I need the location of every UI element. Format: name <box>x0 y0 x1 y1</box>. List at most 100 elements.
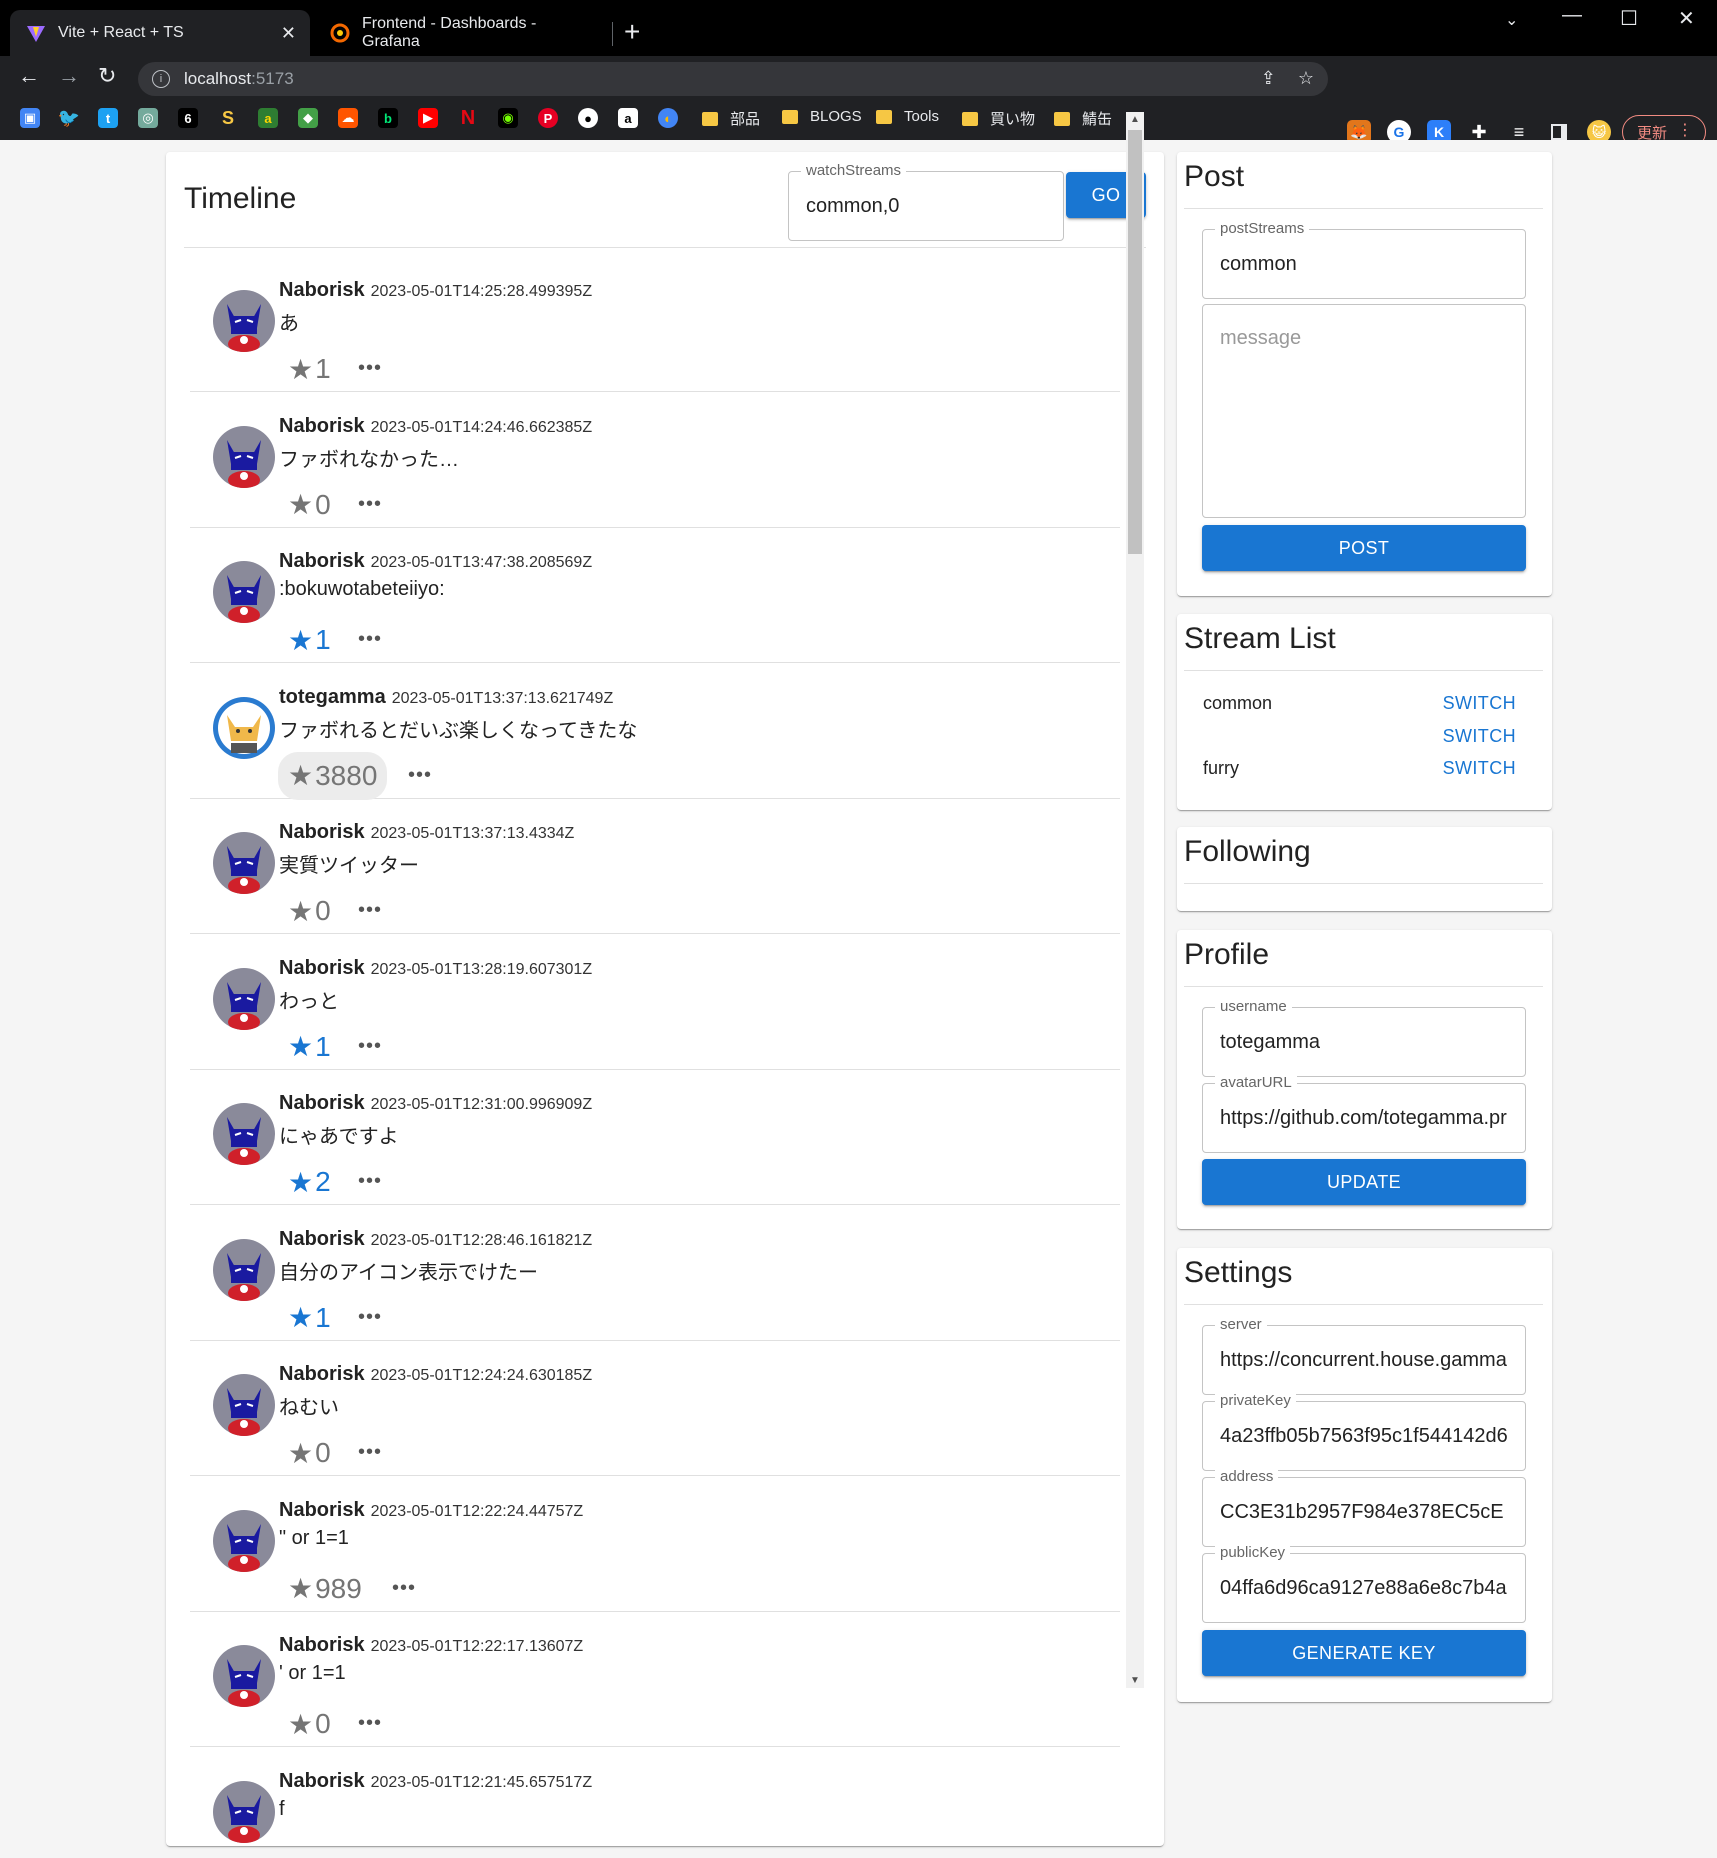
message-textarea[interactable]: message <box>1202 304 1526 518</box>
bookmark-s-icon[interactable]: S <box>218 108 238 128</box>
post-username[interactable]: Naborisk <box>279 821 365 843</box>
favorite-button[interactable]: ★ 3880 <box>278 751 388 800</box>
avatar[interactable] <box>213 1780 275 1843</box>
username-field[interactable]: username totegamma <box>1202 998 1526 1077</box>
bookmark-google-icon[interactable]: ◐ <box>658 108 678 128</box>
favorite-button[interactable]: ★ 0 <box>288 891 331 931</box>
more-options-icon[interactable]: ••• <box>408 764 432 787</box>
avatar[interactable] <box>213 561 275 623</box>
bookmark-netflix-icon[interactable]: N <box>458 107 478 129</box>
address-bar[interactable]: i localhost:5173 ⇪ ☆ <box>138 62 1328 96</box>
more-options-icon[interactable]: ••• <box>358 899 382 922</box>
post-username[interactable]: Naborisk <box>279 1363 365 1385</box>
switch-button[interactable]: SWITCH <box>1443 726 1516 747</box>
more-options-icon[interactable]: ••• <box>358 1306 382 1329</box>
post-username[interactable]: Naborisk <box>279 1228 365 1250</box>
more-options-icon[interactable]: ••• <box>358 1170 382 1193</box>
avatar[interactable] <box>213 1509 275 1572</box>
share-icon[interactable]: ⇪ <box>1261 68 1276 89</box>
scrollbar-thumb[interactable] <box>1128 130 1142 554</box>
bookmark-twitter-icon[interactable]: 🐦 <box>58 108 80 128</box>
post-username[interactable]: totegamma <box>279 686 386 708</box>
post-username[interactable]: Naborisk <box>279 1770 365 1792</box>
more-options-icon[interactable]: ••• <box>358 357 382 380</box>
maximize-icon[interactable]: ☐ <box>1620 6 1638 31</box>
more-options-icon[interactable]: ••• <box>358 1712 382 1735</box>
bookmark-folder-blogs[interactable]: BLOGS <box>782 108 862 125</box>
bookmark-github-icon[interactable]: ● <box>578 108 598 128</box>
update-button[interactable]: UPDATE <box>1202 1159 1526 1205</box>
post-streams-field[interactable]: postStreams common <box>1202 220 1526 299</box>
favorite-button[interactable]: ★ 1 <box>288 1298 331 1338</box>
back-icon[interactable]: ← <box>18 64 40 88</box>
bookmark-soundcloud-icon[interactable]: ☁ <box>338 108 358 128</box>
bookmark-box-icon[interactable]: ▣ <box>20 108 40 128</box>
favorite-button[interactable]: ★ 0 <box>288 485 331 525</box>
tab-search-icon[interactable]: ⌄ <box>1505 10 1518 30</box>
avatar[interactable] <box>213 1103 275 1165</box>
more-options-icon[interactable]: ••• <box>392 1577 416 1600</box>
favorite-button[interactable]: ★ 989 <box>288 1569 362 1609</box>
address-field[interactable]: address CC3E31b2957F984e378EC5cE <box>1202 1468 1526 1547</box>
bookmark-amazon-icon[interactable]: a <box>618 108 638 128</box>
generate-key-button[interactable]: GENERATE KEY <box>1202 1630 1526 1676</box>
minimize-icon[interactable]: — <box>1562 4 1582 27</box>
bookmark-abema-icon[interactable]: ◉ <box>498 108 518 128</box>
avatar[interactable] <box>213 1238 275 1301</box>
favorite-button[interactable]: ★ 2 <box>288 1162 331 1202</box>
tab-vite[interactable]: Vite + React + TS ✕ <box>10 10 310 56</box>
close-window-icon[interactable]: ✕ <box>1678 6 1695 31</box>
bookmark-youtube-icon[interactable]: ▶ <box>418 108 438 128</box>
bookmark-folder-parts[interactable]: 部品 <box>702 108 760 129</box>
bookmark-6-icon[interactable]: 6 <box>178 108 198 128</box>
avatar[interactable] <box>213 1645 275 1707</box>
post-username[interactable]: Naborisk <box>279 279 365 301</box>
avatar[interactable] <box>213 1374 275 1436</box>
forward-icon[interactable]: → <box>58 64 80 88</box>
avatar[interactable] <box>213 967 275 1030</box>
more-options-icon[interactable]: ••• <box>358 1441 382 1464</box>
tab-grafana[interactable]: Frontend - Dashboards - Grafana <box>314 10 614 56</box>
switch-button[interactable]: SWITCH <box>1443 693 1516 714</box>
reload-icon[interactable]: ↻ <box>98 64 116 88</box>
bookmark-alc-icon[interactable]: a <box>258 108 278 128</box>
public-key-field[interactable]: publicKey 04ffa6d96ca9127e88a6e8c7b4a <box>1202 1544 1526 1623</box>
post-username[interactable]: Naborisk <box>279 1499 365 1521</box>
post-username[interactable]: Naborisk <box>279 1634 365 1656</box>
bookmark-chatgpt-icon[interactable]: ◎ <box>138 108 158 128</box>
new-tab-button[interactable]: + <box>624 18 640 46</box>
avatar[interactable] <box>213 425 275 488</box>
more-options-icon[interactable]: ••• <box>358 1035 382 1058</box>
private-key-field[interactable]: privateKey 4a23ffb05b7563f95c1f544142d6 <box>1202 1392 1526 1471</box>
favorite-button[interactable]: ★ 1 <box>288 349 331 389</box>
timeline-scrollbar[interactable]: ▲ ▼ <box>1126 112 1144 1688</box>
avatar-url-field[interactable]: avatarURL https://github.com/totegamma.p… <box>1202 1074 1526 1153</box>
bookmark-pinterest-icon[interactable]: P <box>538 108 558 128</box>
favorite-button[interactable]: ★ 0 <box>288 1433 331 1473</box>
more-options-icon[interactable]: ••• <box>358 493 382 516</box>
avatar[interactable] <box>213 290 275 352</box>
favorite-button[interactable]: ★ 0 <box>288 1704 331 1744</box>
bookmark-diamond-icon[interactable]: ◆ <box>298 108 318 128</box>
scroll-down-arrow-icon[interactable]: ▼ <box>1130 1675 1140 1686</box>
bookmark-folder-shopping[interactable]: 買い物 <box>962 108 1035 129</box>
scroll-up-arrow-icon[interactable]: ▲ <box>1130 114 1140 125</box>
post-username[interactable]: Naborisk <box>279 415 365 437</box>
post-username[interactable]: Naborisk <box>279 957 365 979</box>
server-field[interactable]: server https://concurrent.house.gamma <box>1202 1316 1526 1395</box>
switch-button[interactable]: SWITCH <box>1443 758 1516 779</box>
bookmark-b-icon[interactable]: b <box>378 108 398 128</box>
post-button[interactable]: POST <box>1202 525 1526 571</box>
bookmark-star-icon[interactable]: ☆ <box>1298 68 1314 89</box>
post-username[interactable]: Naborisk <box>279 550 365 572</box>
favorite-button[interactable]: ★ 1 <box>288 1027 331 1067</box>
post-username[interactable]: Naborisk <box>279 1092 365 1114</box>
favorite-button[interactable]: ★ 1 <box>288 620 331 660</box>
bookmark-tweetdeck-icon[interactable]: t <box>98 108 118 128</box>
site-info-icon[interactable]: i <box>152 70 170 88</box>
avatar[interactable] <box>213 696 275 759</box>
close-tab-icon[interactable]: ✕ <box>281 23 296 44</box>
watch-streams-field[interactable]: watchStreams common,0 <box>788 162 1064 241</box>
bookmark-folder-server[interactable]: 鯖缶 <box>1054 108 1112 129</box>
more-options-icon[interactable]: ••• <box>358 628 382 651</box>
